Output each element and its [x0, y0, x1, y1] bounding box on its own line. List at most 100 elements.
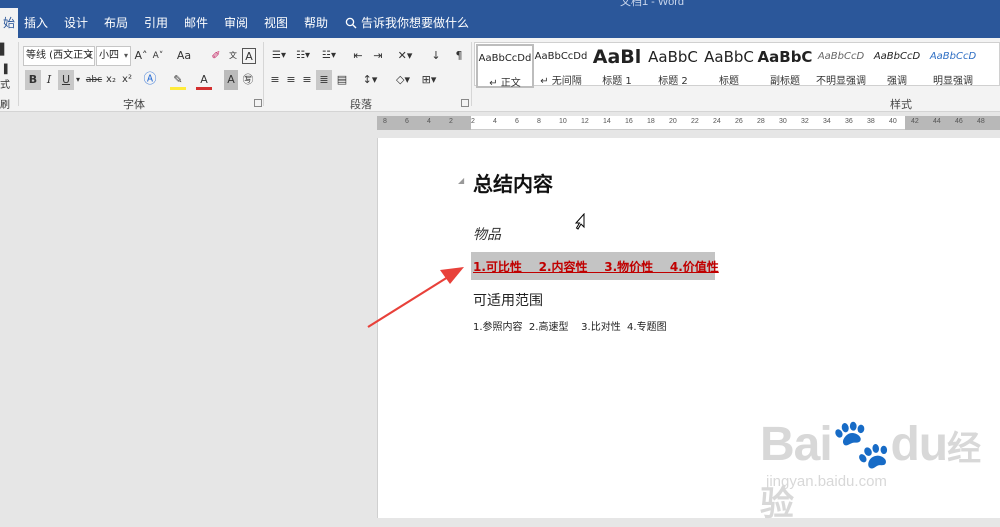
- align-left-icon[interactable]: ≡: [268, 70, 282, 90]
- tab-insert[interactable]: 插入: [20, 8, 52, 38]
- tab-layout[interactable]: 布局: [100, 8, 132, 38]
- justify-icon[interactable]: ≣: [316, 70, 332, 90]
- font-size-select[interactable]: 小四 ▾: [96, 46, 131, 66]
- highlight-color-icon[interactable]: ✎: [170, 70, 186, 90]
- paragraph-group-label: 段落: [350, 98, 372, 111]
- superscript-button[interactable]: x²: [120, 70, 134, 90]
- scope-label[interactable]: 可适用范围: [473, 290, 543, 310]
- tab-references[interactable]: 引用: [140, 8, 172, 38]
- style-name: 副标题: [770, 76, 800, 87]
- character-border-icon[interactable]: A: [242, 48, 256, 64]
- chevron-down-icon[interactable]: ▾: [74, 70, 82, 90]
- decrease-indent-icon[interactable]: ⇤: [350, 46, 366, 66]
- style-heading-2[interactable]: AaBbC 标题 2: [644, 44, 702, 88]
- italic-button[interactable]: I: [42, 70, 56, 90]
- character-shading-icon[interactable]: A: [224, 70, 238, 90]
- line-spacing-icon[interactable]: ↕▾: [358, 70, 382, 90]
- align-center-icon[interactable]: ≡: [284, 70, 298, 90]
- style-heading-1[interactable]: AaBl 标题 1: [588, 44, 646, 88]
- dialog-launcher-icon[interactable]: [254, 99, 262, 107]
- ruler-tick-label: 6: [405, 118, 409, 125]
- distributed-icon[interactable]: ▤: [334, 70, 350, 90]
- chevron-down-icon: ▾: [123, 51, 128, 60]
- ruler-tick-label: 22: [691, 118, 699, 125]
- item-label[interactable]: 物品: [473, 224, 501, 244]
- scope-items-line[interactable]: 1.参照内容 2.高速型 3.比对性 4.专题图: [473, 318, 667, 333]
- tab-mailings[interactable]: 邮件: [180, 8, 212, 38]
- ruler-tick-label: 38: [867, 118, 875, 125]
- grow-font-button[interactable]: A˄: [134, 46, 148, 66]
- style-subtle-emphasis[interactable]: AaBbCcD 不明显强调: [812, 44, 870, 88]
- style-name: 不明显强调: [816, 76, 866, 87]
- show-marks-icon[interactable]: ¶: [452, 46, 466, 66]
- phonetic-guide-icon[interactable]: 文: [226, 46, 240, 66]
- dialog-launcher-icon[interactable]: [461, 99, 469, 107]
- numbering-icon[interactable]: ☷▾: [292, 46, 314, 66]
- style-subtitle[interactable]: AaBbC 副标题: [756, 44, 814, 88]
- enclose-characters-icon[interactable]: ㊢: [240, 70, 256, 90]
- style-name: ↵ 无间隔: [540, 76, 582, 87]
- shrink-font-button[interactable]: A˅: [151, 46, 165, 66]
- increase-indent-icon[interactable]: ⇥: [370, 46, 386, 66]
- font-color-icon[interactable]: A: [196, 70, 212, 90]
- style-emphasis[interactable]: AaBbCcD 强调: [868, 44, 926, 88]
- chinese-layout-icon[interactable]: ✕▾: [394, 46, 416, 66]
- window-title: 文档1 - Word: [620, 0, 684, 8]
- ruler-tick-label: 46: [955, 118, 963, 125]
- chevron-down-icon: ▾: [87, 51, 92, 60]
- font-size-value: 小四: [99, 50, 119, 61]
- ribbon: ▌ ▐ 式刷 等线 (西文正文) ▾ 小四 ▾ A˄ A˅ Aa ✐ 文 A B I…: [0, 38, 1000, 112]
- horizontal-ruler[interactable]: 8 6 4 2 2 4 6 8 10 12 14 16 18 20 22 24 26 28 30 32 34 36 38 40…: [377, 116, 1000, 130]
- ruler-tick-label: 34: [823, 118, 831, 125]
- borders-icon[interactable]: ⊞▾: [418, 70, 440, 90]
- tab-design[interactable]: 设计: [60, 8, 92, 38]
- tab-review[interactable]: 审阅: [220, 8, 252, 38]
- paw-icon: 🐾: [831, 418, 892, 471]
- style-normal[interactable]: AaBbCcDd ↵ 正文: [476, 44, 534, 89]
- multilevel-list-icon[interactable]: ☳▾: [318, 46, 340, 66]
- left-gutter: [0, 113, 377, 518]
- align-right-icon[interactable]: ≡: [300, 70, 314, 90]
- bullets-icon[interactable]: ☰▾: [268, 46, 290, 66]
- style-intense-emphasis[interactable]: AaBbCcD 明显强调: [924, 44, 982, 88]
- strikethrough-button[interactable]: abc: [85, 70, 103, 90]
- collapse-heading-icon[interactable]: ◢: [458, 176, 464, 185]
- font-group-label: 字体: [123, 98, 145, 111]
- shading-icon[interactable]: ◇▾: [392, 70, 414, 90]
- tell-me-search[interactable]: 告诉我你想要做什么: [345, 8, 469, 38]
- tab-view[interactable]: 视图: [260, 8, 292, 38]
- style-title[interactable]: AaBbC 标题: [700, 44, 758, 88]
- watermark-brand-text: Bai: [760, 418, 833, 471]
- tab-help[interactable]: 帮助: [300, 8, 332, 38]
- font-name-value: 等线 (西文正文): [26, 50, 95, 61]
- bold-button[interactable]: B: [25, 70, 41, 90]
- style-name: 标题: [719, 76, 739, 87]
- ruler-tick-label: 4: [427, 118, 431, 125]
- font-name-select[interactable]: 等线 (西文正文) ▾: [23, 46, 95, 66]
- ruler-tick-label: 28: [757, 118, 765, 125]
- paste-icon[interactable]: ▌: [0, 40, 8, 60]
- clear-formatting-icon[interactable]: ✐: [208, 46, 224, 66]
- ruler-right-margin: [905, 116, 1000, 130]
- ruler-tick-label: 8: [537, 118, 541, 125]
- ruler-tick-label: 30: [779, 118, 787, 125]
- ruler-tick-label: 24: [713, 118, 721, 125]
- style-preview: AaBbCcDd: [534, 51, 588, 62]
- text-effects-icon[interactable]: Ⓐ: [142, 70, 158, 90]
- title-bar: 文档1 - Word: [0, 0, 1000, 8]
- style-preview: AaBbCcDd: [478, 53, 532, 64]
- search-icon: [345, 17, 357, 29]
- style-name: 明显强调: [933, 76, 973, 87]
- style-name: 标题 2: [658, 76, 688, 87]
- style-no-spacing[interactable]: AaBbCcDd ↵ 无间隔: [532, 44, 590, 88]
- highlighted-text-line[interactable]: 1.可比性 2.内容性 3.物价性 4.价值性: [473, 258, 719, 275]
- subscript-button[interactable]: x₂: [104, 70, 118, 90]
- sort-icon[interactable]: ↓: [428, 46, 444, 66]
- tab-home[interactable]: 始: [0, 8, 18, 38]
- ruler-tick-label: 44: [933, 118, 941, 125]
- ribbon-tabs: 始 插入 设计 布局 引用 邮件 审阅 视图 帮助 告诉我你想要做什么: [0, 8, 1000, 38]
- document-heading[interactable]: 总结内容: [473, 168, 553, 197]
- change-case-button[interactable]: Aa: [172, 46, 196, 66]
- underline-button[interactable]: U: [58, 70, 74, 90]
- format-painter-button[interactable]: 式刷: [0, 76, 14, 111]
